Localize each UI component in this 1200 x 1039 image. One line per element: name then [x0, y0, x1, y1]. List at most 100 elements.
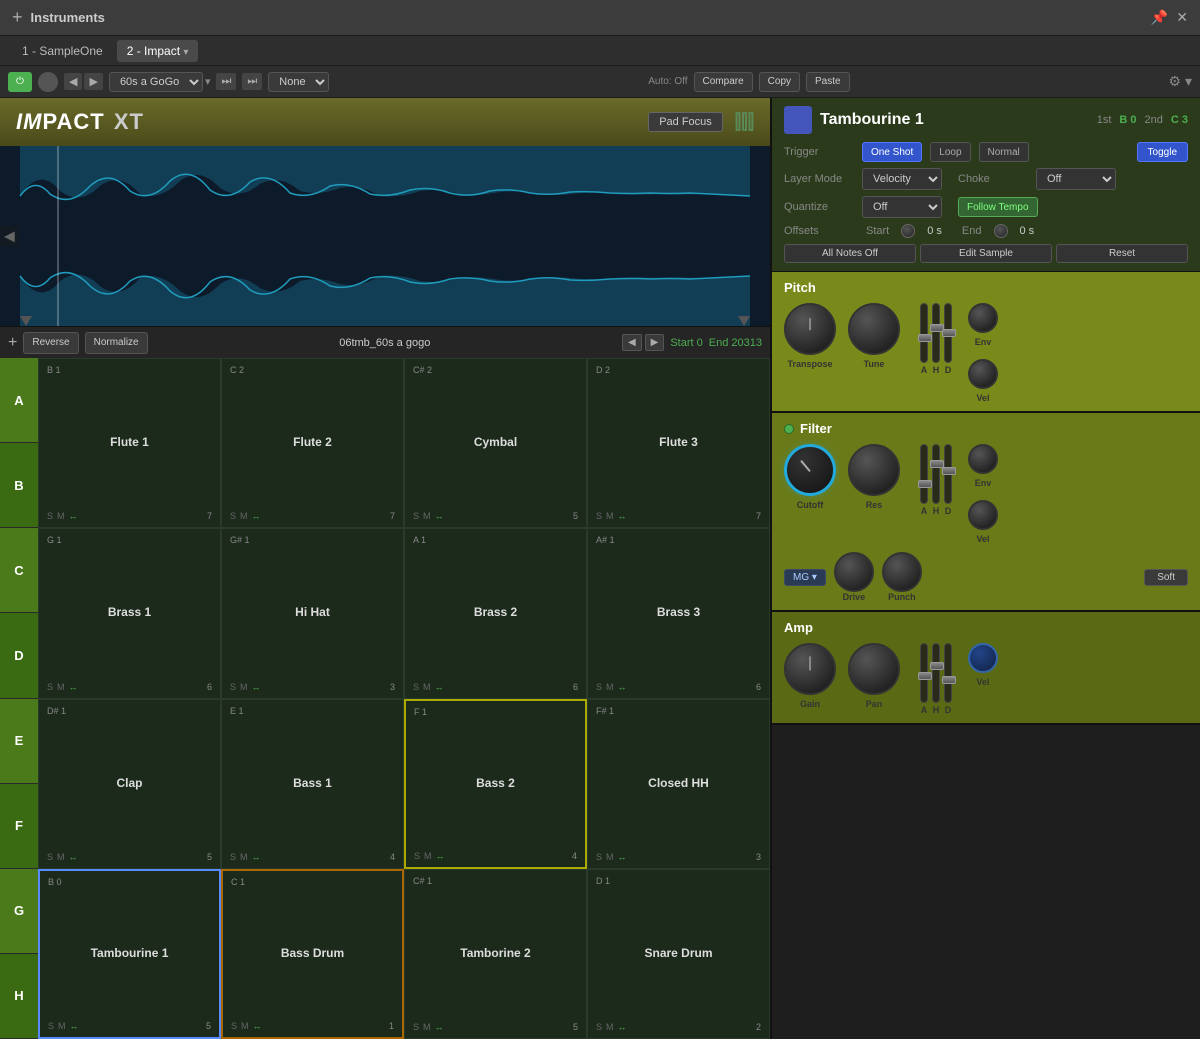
pad-m-12[interactable]: M: [58, 1021, 66, 1031]
pitch-decay-fader[interactable]: [944, 303, 952, 363]
prev-button[interactable]: ◀: [64, 73, 82, 90]
pad-s-11[interactable]: S: [596, 852, 602, 862]
filter-type-dropdown[interactable]: MG ▾: [784, 569, 826, 586]
pad-link-11[interactable]: ↔: [618, 852, 627, 862]
row-label-b[interactable]: B: [0, 443, 38, 528]
pad-14[interactable]: C# 1 Tamborine 2 S M ↔ 5: [404, 869, 587, 1039]
pad-link-5[interactable]: ↔: [252, 682, 261, 692]
pad-link-12[interactable]: ↔: [70, 1021, 79, 1031]
record-button[interactable]: [38, 72, 58, 92]
pitch-hold-fader[interactable]: [932, 303, 940, 363]
reset-button[interactable]: Reset: [1056, 244, 1188, 263]
pad-s-2[interactable]: S: [413, 511, 419, 521]
pad-s-1[interactable]: S: [230, 511, 236, 521]
pad-m-10[interactable]: M: [424, 851, 432, 861]
pad-link-6[interactable]: ↔: [435, 682, 444, 692]
pad-13[interactable]: C 1 Bass Drum S M ↔ 1: [221, 869, 404, 1039]
none-dropdown[interactable]: None: [268, 72, 329, 92]
pad-3[interactable]: D 2 Flute 3 S M ↔ 7: [587, 358, 770, 528]
pad-s-12[interactable]: S: [48, 1021, 54, 1031]
pad-s-4[interactable]: S: [47, 682, 53, 692]
pad-8[interactable]: D# 1 Clap S M ↔ 5: [38, 699, 221, 869]
choke-dropdown[interactable]: Off: [1036, 168, 1116, 190]
send2-button[interactable]: ⏭: [242, 73, 262, 90]
pad-link-14[interactable]: ↔: [435, 1022, 444, 1032]
amp-decay-fader[interactable]: [944, 643, 952, 703]
pad-2[interactable]: C# 2 Cymbal S M ↔ 5: [404, 358, 587, 528]
row-label-h[interactable]: H: [0, 954, 38, 1039]
gear-icon[interactable]: ⚙ ▾: [1169, 73, 1192, 90]
pad-s-3[interactable]: S: [596, 511, 602, 521]
loop-button[interactable]: Loop: [930, 142, 970, 162]
pad-s-13[interactable]: S: [231, 1021, 237, 1031]
compare-button[interactable]: Compare: [694, 72, 753, 92]
pad-m-14[interactable]: M: [423, 1022, 431, 1032]
pad-m-6[interactable]: M: [423, 682, 431, 692]
pad-link-3[interactable]: ↔: [618, 511, 627, 521]
pad-link-15[interactable]: ↔: [618, 1022, 627, 1032]
filter-env-knob[interactable]: [968, 444, 998, 474]
pad-4[interactable]: G 1 Brass 1 S M ↔ 6: [38, 528, 221, 698]
pad-m-5[interactable]: M: [240, 682, 248, 692]
pad-s-14[interactable]: S: [413, 1022, 419, 1032]
pad-s-9[interactable]: S: [230, 852, 236, 862]
row-label-e[interactable]: E: [0, 699, 38, 784]
pad-9[interactable]: E 1 Bass 1 S M ↔ 4: [221, 699, 404, 869]
pad-7[interactable]: A# 1 Brass 3 S M ↔ 6: [587, 528, 770, 698]
row-label-d[interactable]: D: [0, 613, 38, 698]
reverse-button[interactable]: Reverse: [23, 332, 78, 354]
power-button[interactable]: ⏻: [8, 72, 32, 92]
send-button[interactable]: ⏭: [216, 73, 236, 90]
filter-hold-fader[interactable]: [932, 444, 940, 504]
pitch-env-knob[interactable]: [968, 303, 998, 333]
pad-s-10[interactable]: S: [414, 851, 420, 861]
soft-button[interactable]: Soft: [1144, 569, 1188, 586]
gain-knob[interactable]: [784, 643, 836, 695]
add-icon[interactable]: +: [12, 7, 23, 28]
pad-s-8[interactable]: S: [47, 852, 53, 862]
pad-5[interactable]: G# 1 Hi Hat S M ↔ 3: [221, 528, 404, 698]
one-shot-button[interactable]: One Shot: [862, 142, 922, 162]
start-offset-knob[interactable]: [901, 224, 915, 238]
all-notes-off-button[interactable]: All Notes Off: [784, 244, 916, 263]
pad-link-8[interactable]: ↔: [69, 852, 78, 862]
pad-s-6[interactable]: S: [413, 682, 419, 692]
res-knob[interactable]: [848, 444, 900, 496]
end-offset-knob[interactable]: [994, 224, 1008, 238]
pad-m-11[interactable]: M: [606, 852, 614, 862]
copy-button[interactable]: Copy: [759, 72, 800, 92]
pad-m-3[interactable]: M: [606, 511, 614, 521]
edit-sample-button[interactable]: Edit Sample: [920, 244, 1052, 263]
pad-link-2[interactable]: ↔: [435, 511, 444, 521]
pad-m-8[interactable]: M: [57, 852, 65, 862]
pad-link-1[interactable]: ↔: [252, 511, 261, 521]
row-label-a[interactable]: A: [0, 358, 38, 443]
quantize-dropdown[interactable]: Off: [862, 196, 942, 218]
pad-1[interactable]: C 2 Flute 2 S M ↔ 7: [221, 358, 404, 528]
normalize-button[interactable]: Normalize: [85, 332, 148, 354]
pitch-attack-fader[interactable]: [920, 303, 928, 363]
pad-m-7[interactable]: M: [606, 682, 614, 692]
close-icon[interactable]: ✕: [1176, 9, 1188, 26]
pad-m-1[interactable]: M: [240, 511, 248, 521]
pad-m-4[interactable]: M: [57, 682, 65, 692]
pad-link-10[interactable]: ↔: [436, 851, 445, 861]
pad-m-0[interactable]: M: [57, 511, 65, 521]
row-label-f[interactable]: F: [0, 784, 38, 869]
filter-attack-fader[interactable]: [920, 444, 928, 504]
pad-0[interactable]: B 1 Flute 1 S M ↔ 7: [38, 358, 221, 528]
pad-s-15[interactable]: S: [596, 1022, 602, 1032]
pad-m-15[interactable]: M: [606, 1022, 614, 1032]
row-label-g[interactable]: G: [0, 869, 38, 954]
add-layer-icon[interactable]: +: [8, 334, 17, 352]
punch-knob[interactable]: [882, 552, 922, 592]
filter-decay-fader[interactable]: [944, 444, 952, 504]
tab-impact[interactable]: 2 - Impact ▾: [117, 40, 199, 62]
pad-m-13[interactable]: M: [241, 1021, 249, 1031]
paste-button[interactable]: Paste: [806, 72, 850, 92]
pitch-vel-knob[interactable]: [968, 359, 998, 389]
pad-m-9[interactable]: M: [240, 852, 248, 862]
pan-knob[interactable]: [848, 643, 900, 695]
pad-15[interactable]: D 1 Snare Drum S M ↔ 2: [587, 869, 770, 1039]
pad-s-0[interactable]: S: [47, 511, 53, 521]
